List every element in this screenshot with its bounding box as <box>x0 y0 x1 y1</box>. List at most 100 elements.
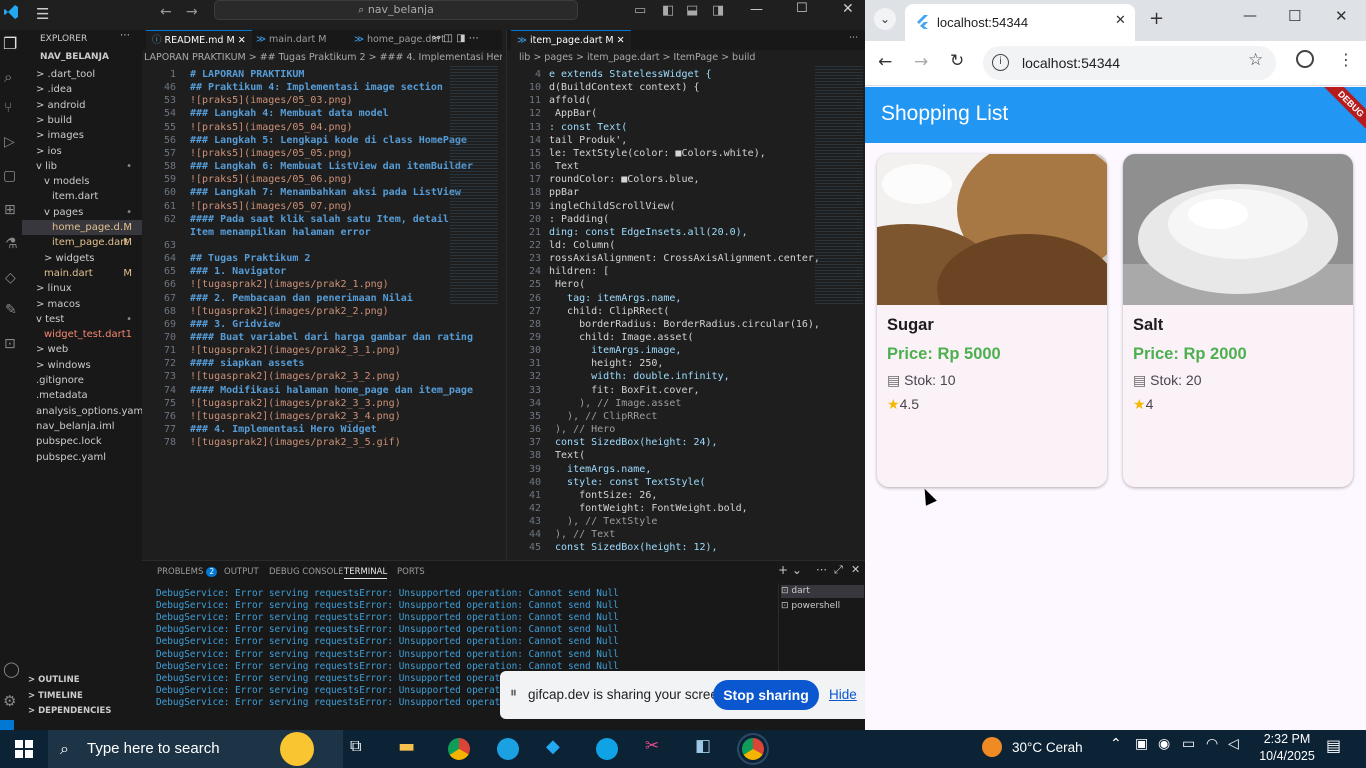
profile-icon[interactable] <box>1296 50 1314 68</box>
code-line[interactable]: ### 1. Navigator <box>190 265 286 278</box>
editor1-tab[interactable]: ≫ main.dart M <box>250 30 332 50</box>
vscode-taskbar-icon[interactable]: ◆ <box>546 736 560 757</box>
chrome-active-icon[interactable] <box>742 738 764 760</box>
panel-tab[interactable]: PORTS <box>397 565 425 579</box>
code-line[interactable]: ding: const EdgeInsets.all(20.0), <box>549 226 748 239</box>
browser-close-icon[interactable]: ✕ <box>1335 7 1348 25</box>
code-line[interactable]: Hero( <box>549 278 585 291</box>
code-line[interactable]: ![tugasprak2](images/prak2_2.png) <box>190 305 389 318</box>
taskbar-search[interactable]: ⌕ Type here to search <box>48 730 343 768</box>
code-line[interactable]: style: const TextStyle( <box>549 476 706 489</box>
code-line[interactable]: #### Pada saat klik salah satu Item, det… <box>190 213 449 226</box>
code-line[interactable]: ### 4. Implementasi Hero Widget <box>190 423 377 436</box>
panel-toggle-icon[interactable]: ⬓ <box>686 3 698 18</box>
tree-item[interactable]: > .idea <box>22 82 142 97</box>
code-line[interactable]: ![tugasprak2](images/prak2_3_1.png) <box>190 344 401 357</box>
panel-close-icon[interactable]: ✕ <box>851 563 860 576</box>
site-info-icon[interactable]: i <box>992 54 1009 71</box>
code-line[interactable]: Text <box>549 160 579 173</box>
notification-icon[interactable]: ▤ <box>1326 736 1341 755</box>
menu-icon[interactable]: ☰ <box>36 5 49 23</box>
code-line[interactable]: ### Langkah 5: Lengkapi kode di class Ho… <box>190 134 467 147</box>
tree-item[interactable]: home_page.d... M <box>22 220 142 235</box>
code-line[interactable]: ![praks5](images/05_03.png) <box>190 94 353 107</box>
tree-item[interactable]: > linux <box>22 281 142 296</box>
run-debug-icon[interactable]: ▷ <box>4 134 15 150</box>
code-line[interactable]: AppBar( <box>549 107 597 120</box>
code-line[interactable]: ## Tugas Praktikum 2 <box>190 252 310 265</box>
code-line[interactable]: ### Langkah 4: Membuat data model <box>190 107 389 120</box>
code-line[interactable]: ### 2. Pembacaan dan penerimaan Nilai <box>190 292 413 305</box>
code-line[interactable]: # LAPORAN PRAKTIKUM <box>190 68 304 81</box>
tree-item[interactable]: v models <box>22 174 142 189</box>
code-line[interactable]: affold( <box>549 94 591 107</box>
code-line[interactable]: borderRadius: BorderRadius.circular(16), <box>549 318 820 331</box>
browser-back-icon[interactable]: ← <box>878 52 892 72</box>
code-line[interactable]: hildren: [ <box>549 265 609 278</box>
bookmark-star-icon[interactable]: ☆ <box>1248 50 1263 70</box>
code-line[interactable]: #### Modifikasi halaman home_page dan it… <box>190 384 473 397</box>
app-icon[interactable] <box>596 738 618 760</box>
weather-text[interactable]: 30°C Cerah <box>1012 740 1083 755</box>
task-view-icon[interactable]: ⧉ <box>350 736 361 756</box>
more-actions-icon[interactable]: ⋯ <box>120 30 130 41</box>
code-line[interactable]: ## Praktikum 4: Implementasi image secti… <box>190 81 443 94</box>
code-line[interactable]: ![tugasprak2](images/prak2_3_3.png) <box>190 397 401 410</box>
code-line[interactable]: ![tugasprak2](images/prak2_3_4.png) <box>190 410 401 423</box>
close-icon[interactable]: ✕ <box>842 1 854 17</box>
taskbar-search-input[interactable]: Type here to search <box>87 740 220 757</box>
panel-tab[interactable]: OUTPUT <box>224 565 259 579</box>
remote-icon[interactable]: ▢ <box>3 168 16 184</box>
tree-item[interactable]: pubspec.lock <box>22 434 142 449</box>
panel-tab[interactable]: TERMINAL <box>344 565 388 579</box>
code-line[interactable]: Item menampilkan halaman error <box>190 226 371 239</box>
tray-camera-icon[interactable]: ▣ <box>1135 736 1148 752</box>
browser-maximize-icon[interactable]: ☐ <box>1288 7 1301 25</box>
tab-search-icon[interactable]: ⌄ <box>874 8 896 30</box>
code-line[interactable]: ), // Text <box>549 528 615 541</box>
edit-icon[interactable]: ✎ <box>5 302 17 318</box>
code-line[interactable]: ), // ClipRRect <box>549 410 657 423</box>
tree-item[interactable]: > .dart_tool <box>22 67 142 82</box>
extensions-icon[interactable]: ⊞ <box>4 202 16 218</box>
account-icon[interactable]: ◯ <box>3 660 20 678</box>
clock-time[interactable]: 2:32 PM <box>1261 732 1313 746</box>
snipping-icon[interactable]: ✂ <box>645 736 659 756</box>
tree-item[interactable]: item.dart <box>22 189 142 204</box>
volume-icon[interactable]: ◁ <box>1228 736 1239 752</box>
editor1-minimap[interactable] <box>450 66 498 306</box>
tree-item[interactable]: pubspec.yaml <box>22 450 142 465</box>
code-line[interactable]: ![praks5](images/05_05.png) <box>190 147 353 160</box>
code-line[interactable]: #### Buat variabel dari harga gambar dan… <box>190 331 473 344</box>
forward-arrow-icon[interactable]: → <box>186 4 198 20</box>
code-line[interactable]: rossAxisAlignment: CrossAxisAlignment.ce… <box>549 252 820 265</box>
sidebar-section-outline[interactable]: > OUTLINE <box>28 675 80 685</box>
product-card-sugar[interactable]: Sugar Price: Rp 5000 ▤ Stok: 10 ★4.5 <box>877 154 1107 487</box>
tray-chevron-icon[interactable]: ⌃ <box>1110 736 1122 752</box>
editor1-tab[interactable]: ⓘ README.md M ✕ <box>146 30 252 50</box>
code-line[interactable]: height: 250, <box>549 357 663 370</box>
tree-item[interactable]: v lib • <box>22 159 142 174</box>
panel-more-icon[interactable]: ⋯ <box>816 563 827 576</box>
tree-item[interactable]: > macos <box>22 297 142 312</box>
code-line[interactable]: ld: Column( <box>549 239 615 252</box>
flutter-icon[interactable]: ◇ <box>5 270 16 286</box>
add-terminal-icon[interactable]: + ⌄ <box>778 563 802 577</box>
panel-tab[interactable]: PROBLEMS 2 <box>157 565 218 579</box>
tree-item[interactable]: > android <box>22 98 142 113</box>
layout-icon[interactable]: ▭ <box>634 3 646 18</box>
tree-item[interactable]: item_page.dart M <box>22 235 142 250</box>
wifi-icon[interactable]: ◠ <box>1206 736 1218 752</box>
browser-forward-icon[interactable]: → <box>914 52 928 72</box>
browser-tab[interactable]: localhost:54344 ✕ <box>905 4 1135 41</box>
new-tab-icon[interactable]: + <box>1149 8 1164 29</box>
terminal-powershell[interactable]: ⊡ powershell <box>781 600 840 613</box>
address-bar[interactable]: i localhost:54344 <box>983 46 1276 80</box>
remote-explorer-icon[interactable]: ⊡ <box>4 336 16 352</box>
code-line[interactable]: child: Image.asset( <box>549 331 693 344</box>
sidebar-section-dependencies[interactable]: > DEPENDENCIES <box>28 706 111 716</box>
hide-button[interactable]: Hide <box>829 687 857 702</box>
search-activity-icon[interactable]: ⌕ <box>4 68 12 86</box>
code-line[interactable]: tag: itemArgs.name, <box>549 292 681 305</box>
code-line[interactable]: ![tugasprak2](images/prak2_3_2.png) <box>190 370 401 383</box>
